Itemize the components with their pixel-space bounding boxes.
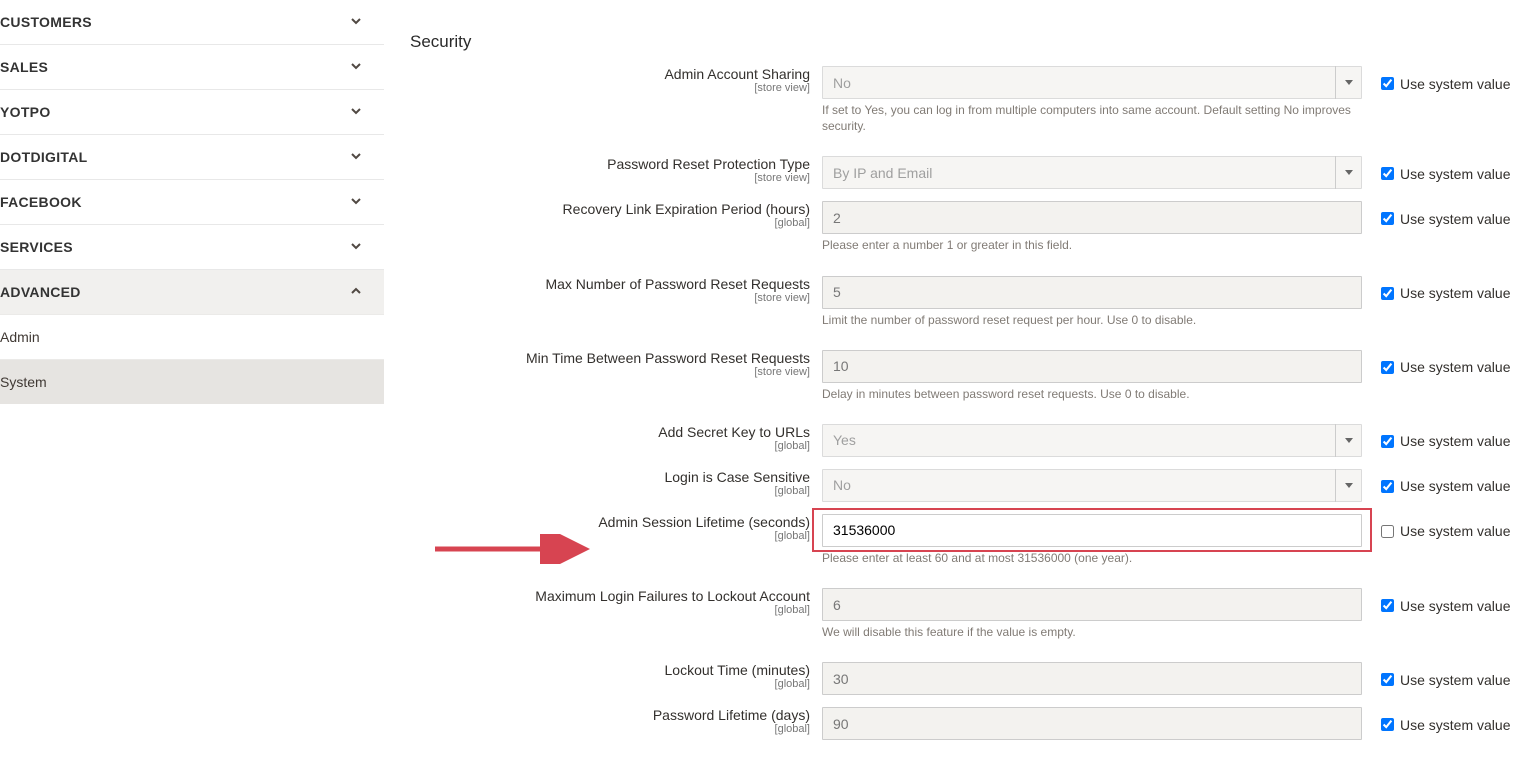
field-scope: [global] bbox=[410, 678, 810, 690]
use-system-checkbox-password_lifetime[interactable] bbox=[1381, 718, 1394, 731]
use-system-label: Use system value bbox=[1400, 717, 1510, 733]
field-row-account_sharing: Admin Account Sharing[store view] NoIf se… bbox=[410, 60, 1536, 150]
field-hint: Delay in minutes between password reset … bbox=[822, 386, 1362, 402]
sidebar-tab-services[interactable]: SERVICES bbox=[0, 224, 384, 269]
use-system-checkbox-recovery_link_exp[interactable] bbox=[1381, 212, 1394, 225]
field-hint: If set to Yes, you can log in from multi… bbox=[822, 102, 1362, 134]
field-label: Min Time Between Password Reset Requests bbox=[410, 350, 810, 366]
use-system-checkbox-secret_key_urls[interactable] bbox=[1381, 435, 1394, 448]
sidebar-subitem-system[interactable]: System bbox=[0, 359, 384, 404]
field-label: Password Reset Protection Type bbox=[410, 156, 810, 172]
use-system-checkbox-account_sharing[interactable] bbox=[1381, 77, 1394, 90]
use-system-checkbox-max_login_failures[interactable] bbox=[1381, 599, 1394, 612]
field-scope: [store view] bbox=[410, 172, 810, 184]
sidebar-tab-label: SALES bbox=[0, 59, 48, 75]
field-row-login_case_sensitive: Login is Case Sensitive[global] No Use sys… bbox=[410, 463, 1536, 508]
sidebar-tab-label: YOTPO bbox=[0, 104, 51, 120]
sidebar-tab-facebook[interactable]: FACEBOOK bbox=[0, 179, 384, 224]
field-row-pw_reset_protection: Password Reset Protection Type[store vie… bbox=[410, 150, 1536, 195]
field-row-recovery_link_exp: Recovery Link Expiration Period (hours)[… bbox=[410, 195, 1536, 269]
sidebar-tab-label: DOTDIGITAL bbox=[0, 149, 88, 165]
field-hint: Please enter at least 60 and at most 315… bbox=[822, 550, 1362, 566]
sidebar-tab-label: SERVICES bbox=[0, 239, 73, 255]
config-main: Security Admin Account Sharing[store vie… bbox=[410, 0, 1536, 746]
section-title: Security bbox=[410, 0, 1536, 60]
use-system-label: Use system value bbox=[1400, 76, 1510, 92]
field-scope: [global] bbox=[410, 485, 810, 497]
use-system-label: Use system value bbox=[1400, 359, 1510, 375]
select-account_sharing: No bbox=[822, 66, 1362, 99]
field-row-session_lifetime: Admin Session Lifetime (seconds)[global]… bbox=[410, 508, 1536, 582]
field-row-lockout_time: Lockout Time (minutes)[global] Use system… bbox=[410, 656, 1536, 701]
field-hint: We will disable this feature if the valu… bbox=[822, 624, 1362, 640]
use-system-label: Use system value bbox=[1400, 523, 1510, 539]
use-system-label: Use system value bbox=[1400, 433, 1510, 449]
field-hint: Please enter a number 1 or greater in th… bbox=[822, 237, 1362, 253]
sidebar-tab-label: ADVANCED bbox=[0, 284, 81, 300]
sidebar-tab-customers[interactable]: CUSTOMERS bbox=[0, 0, 384, 44]
field-scope: [global] bbox=[410, 604, 810, 616]
field-label: Max Number of Password Reset Requests bbox=[410, 276, 810, 292]
use-system-checkbox-min_time_pw_reset[interactable] bbox=[1381, 361, 1394, 374]
use-system-checkbox-login_case_sensitive[interactable] bbox=[1381, 480, 1394, 493]
field-label: Add Secret Key to URLs bbox=[410, 424, 810, 440]
use-system-label: Use system value bbox=[1400, 598, 1510, 614]
use-system-label: Use system value bbox=[1400, 672, 1510, 688]
input-max_pw_reset bbox=[822, 276, 1362, 309]
input-password_lifetime bbox=[822, 707, 1362, 740]
field-label: Lockout Time (minutes) bbox=[410, 662, 810, 678]
input-lockout_time bbox=[822, 662, 1362, 695]
sidebar-tab-label: CUSTOMERS bbox=[0, 14, 92, 30]
field-label: Recovery Link Expiration Period (hours) bbox=[410, 201, 810, 217]
chevron-down-icon bbox=[350, 240, 362, 252]
use-system-label: Use system value bbox=[1400, 166, 1510, 182]
chevron-down-icon bbox=[350, 105, 362, 117]
field-label: Password Lifetime (days) bbox=[410, 707, 810, 723]
sidebar-tab-dotdigital[interactable]: DOTDIGITAL bbox=[0, 134, 384, 179]
use-system-checkbox-session_lifetime[interactable] bbox=[1381, 525, 1394, 538]
input-recovery_link_exp bbox=[822, 201, 1362, 234]
field-row-max_pw_reset: Max Number of Password Reset Requests[st… bbox=[410, 270, 1536, 344]
field-label: Maximum Login Failures to Lockout Accoun… bbox=[410, 588, 810, 604]
field-scope: [global] bbox=[410, 217, 810, 229]
field-label: Admin Account Sharing bbox=[410, 66, 810, 82]
input-max_login_failures bbox=[822, 588, 1362, 621]
field-scope: [global] bbox=[410, 530, 810, 542]
field-row-max_login_failures: Maximum Login Failures to Lockout Accoun… bbox=[410, 582, 1536, 656]
field-label: Admin Session Lifetime (seconds) bbox=[410, 514, 810, 530]
field-scope: [global] bbox=[410, 440, 810, 452]
field-row-secret_key_urls: Add Secret Key to URLs[global] Yes Use sys… bbox=[410, 418, 1536, 463]
field-label: Login is Case Sensitive bbox=[410, 469, 810, 485]
sidebar-subitem-admin[interactable]: Admin bbox=[0, 314, 384, 359]
chevron-down-icon bbox=[350, 150, 362, 162]
config-tabs-sidebar: CUSTOMERS SALES YOTPO DOTDIGITAL FACEBOOK SER… bbox=[0, 0, 384, 404]
use-system-label: Use system value bbox=[1400, 478, 1510, 494]
field-scope: [store view] bbox=[410, 292, 810, 304]
sidebar-tab-advanced[interactable]: ADVANCED bbox=[0, 269, 384, 314]
chevron-up-icon bbox=[350, 285, 362, 297]
sidebar-tab-sales[interactable]: SALES bbox=[0, 44, 384, 89]
field-scope: [store view] bbox=[410, 82, 810, 94]
chevron-down-icon bbox=[350, 15, 362, 27]
use-system-label: Use system value bbox=[1400, 211, 1510, 227]
use-system-checkbox-lockout_time[interactable] bbox=[1381, 673, 1394, 686]
select-login_case_sensitive: No bbox=[822, 469, 1362, 502]
use-system-checkbox-pw_reset_protection[interactable] bbox=[1381, 167, 1394, 180]
field-row-min_time_pw_reset: Min Time Between Password Reset Requests… bbox=[410, 344, 1536, 418]
use-system-checkbox-max_pw_reset[interactable] bbox=[1381, 287, 1394, 300]
chevron-down-icon bbox=[350, 195, 362, 207]
field-scope: [store view] bbox=[410, 366, 810, 378]
sidebar-tab-label: FACEBOOK bbox=[0, 194, 82, 210]
select-pw_reset_protection: By IP and Email bbox=[822, 156, 1362, 189]
chevron-down-icon bbox=[350, 60, 362, 72]
input-min_time_pw_reset bbox=[822, 350, 1362, 383]
use-system-label: Use system value bbox=[1400, 285, 1510, 301]
field-scope: [global] bbox=[410, 723, 810, 735]
field-row-password_lifetime: Password Lifetime (days)[global] Use syst… bbox=[410, 701, 1536, 746]
input-session_lifetime[interactable] bbox=[822, 514, 1362, 547]
field-hint: Limit the number of password reset reque… bbox=[822, 312, 1362, 328]
sidebar-tab-yotpo[interactable]: YOTPO bbox=[0, 89, 384, 134]
select-secret_key_urls: Yes bbox=[822, 424, 1362, 457]
